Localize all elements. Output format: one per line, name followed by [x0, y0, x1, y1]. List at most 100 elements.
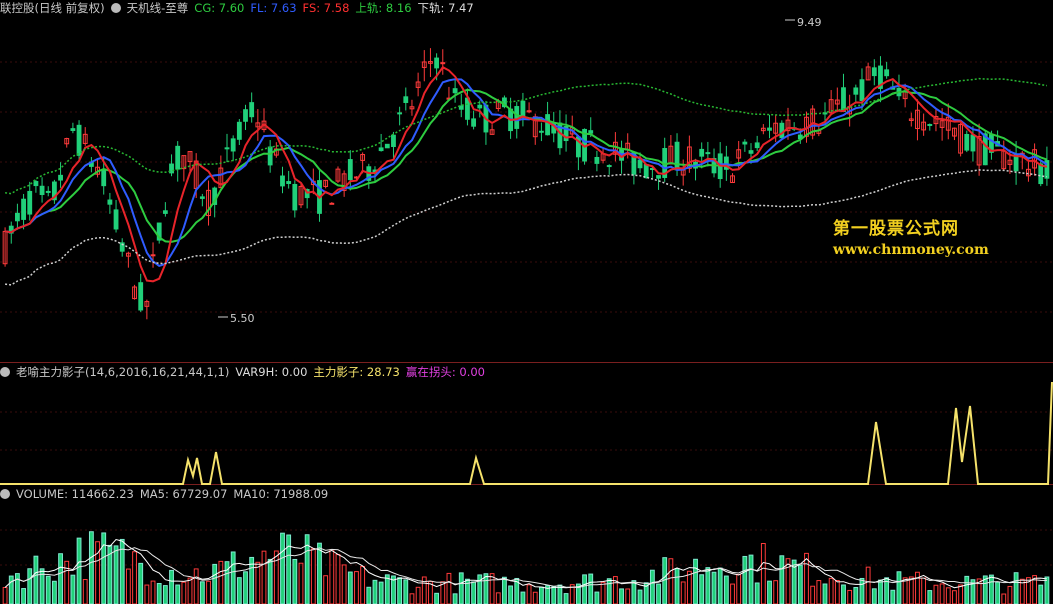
volume-bar: [144, 584, 150, 604]
volume-bar: [1007, 585, 1013, 604]
volume-bar: [483, 573, 489, 604]
volume-bar: [767, 580, 772, 604]
volume-bar: [70, 574, 76, 604]
candle-body: [705, 152, 711, 155]
volume-bar: [230, 551, 236, 604]
candle-body: [150, 254, 156, 257]
volume-bar: [699, 574, 705, 604]
volume-bar: [896, 571, 902, 604]
volume-bar: [902, 577, 908, 604]
volume-bar: [193, 568, 199, 604]
volume-bar: [409, 593, 415, 604]
chart-canvas[interactable]: 9.49 5.50: [0, 0, 1053, 604]
volume-bar: [169, 569, 174, 604]
volume-bar: [711, 571, 717, 604]
volume-bar: [446, 572, 452, 604]
candle-body: [514, 106, 520, 129]
volume-bar: [748, 554, 754, 604]
candle-body: [588, 130, 594, 134]
candle-body: [742, 141, 748, 145]
volume-bar: [760, 543, 766, 604]
volume-bar: [21, 588, 26, 604]
volume-bar: [495, 592, 501, 604]
volume-bar: [15, 573, 20, 604]
volume-bar: [563, 593, 569, 604]
volume-bar: [218, 560, 224, 604]
volume-bar: [175, 584, 181, 604]
candle-body: [15, 212, 20, 222]
volume-bar: [317, 542, 322, 604]
volume-bar: [243, 571, 248, 604]
volume-bar: [853, 587, 859, 604]
candle-body: [138, 282, 144, 311]
volume-bar: [736, 573, 742, 604]
candle-body: [39, 185, 45, 196]
volume-bar: [138, 562, 144, 604]
volume-bar: [212, 563, 218, 604]
volume-bar: [995, 581, 1001, 604]
candle-body: [58, 174, 63, 181]
candle-body: [643, 164, 649, 179]
candle-body: [230, 138, 236, 152]
candle-body: [471, 118, 477, 127]
volume-bar: [674, 568, 680, 604]
volume-bar: [532, 591, 538, 604]
volume-bar: [452, 593, 458, 604]
volume-bar: [730, 583, 735, 604]
candle-body: [779, 122, 785, 139]
candle-body: [224, 147, 230, 150]
candle-body: [391, 134, 396, 148]
volume-bar: [1001, 593, 1007, 604]
volume-bar: [261, 550, 267, 604]
candle-body: [243, 109, 248, 122]
volume-bar: [600, 581, 606, 604]
volume-bar: [649, 569, 655, 604]
candle-body: [403, 96, 409, 103]
volume-bar: [323, 575, 329, 604]
candle-body: [70, 128, 76, 131]
high-label: 9.49: [797, 16, 822, 29]
volume-bar: [187, 577, 193, 604]
candle-body: [452, 88, 458, 94]
candle-body: [329, 202, 335, 205]
candle-body: [539, 130, 544, 133]
candle-body: [113, 209, 119, 230]
candle-body: [754, 142, 760, 149]
volume-bar: [939, 583, 945, 604]
volume-bar: [471, 581, 477, 604]
volume-bar: [335, 554, 341, 604]
volume-bar: [156, 582, 162, 604]
volume-bar: [88, 531, 94, 604]
volume-bar: [539, 586, 544, 604]
volume-bar: [686, 570, 692, 604]
candle-body: [199, 196, 205, 199]
volume-bar: [717, 567, 723, 604]
volume-bar: [508, 585, 513, 604]
volume-bar: [847, 589, 853, 604]
volume-bar: [181, 581, 187, 604]
candle-body: [841, 87, 846, 113]
volume-bar: [693, 558, 698, 604]
candle-body: [699, 148, 705, 157]
volume-bar: [286, 534, 292, 604]
volume-bar: [341, 564, 347, 604]
candle-body: [286, 181, 292, 184]
candle-body: [594, 156, 600, 164]
candle-body: [280, 175, 285, 187]
volume-bar: [742, 555, 748, 604]
candle-body: [656, 175, 661, 179]
watermark-title: 第一股票公式网: [833, 219, 959, 239]
volume-bar: [754, 582, 760, 604]
volume-bar: [989, 574, 994, 604]
volume-bar: [865, 566, 871, 604]
volume-bar: [58, 553, 63, 604]
volume-bar: [637, 589, 643, 604]
candle-body: [45, 190, 51, 193]
volume-bar: [952, 590, 957, 604]
candle-body: [347, 159, 353, 181]
candle-body: [767, 127, 772, 131]
candle-body: [964, 133, 970, 151]
volume-bar: [890, 589, 896, 604]
candle-body: [397, 112, 403, 115]
candle-body: [927, 123, 933, 126]
